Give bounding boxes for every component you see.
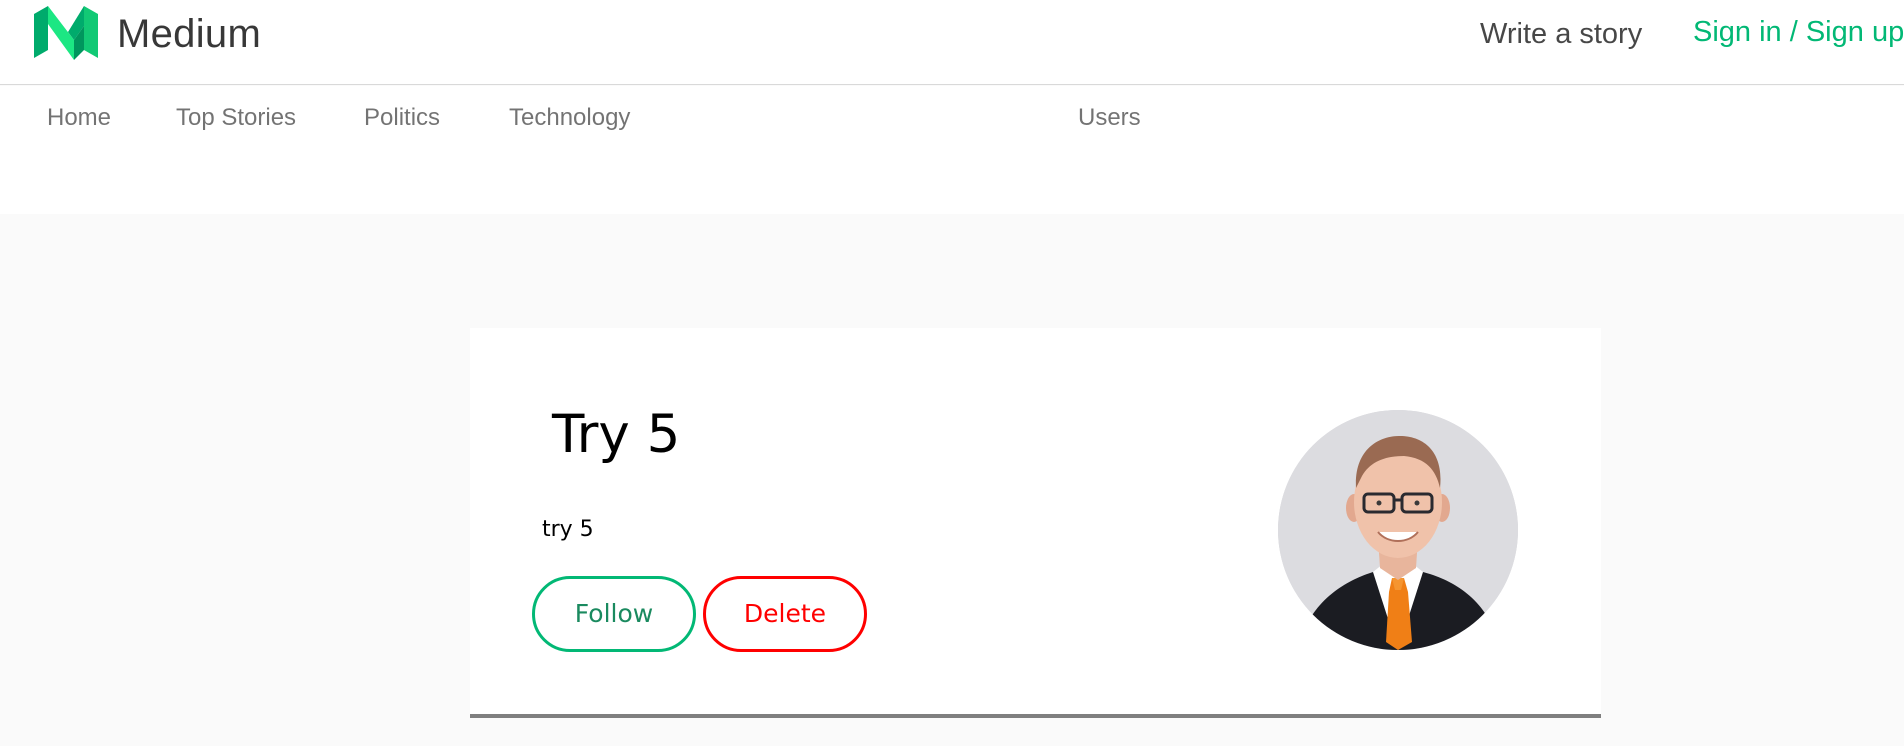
top-header: Medium Write a story Sign in / Sign up	[0, 0, 1904, 85]
medium-logo-icon[interactable]	[34, 6, 98, 60]
story-title[interactable]: Try 5	[552, 404, 680, 466]
nav-item-top-stories[interactable]: Top Stories	[176, 104, 296, 132]
nav-item-home[interactable]: Home	[47, 104, 111, 132]
brand-name[interactable]: Medium	[117, 12, 261, 56]
write-story-link[interactable]: Write a story	[1480, 16, 1642, 52]
nav-item-users[interactable]: Users	[1078, 104, 1141, 132]
author-photo-icon	[1278, 410, 1518, 650]
nav-item-politics[interactable]: Politics	[364, 104, 440, 132]
story-text: try 5	[542, 517, 594, 542]
category-nav: Home Top Stories Politics Technology Use…	[0, 86, 1904, 214]
follow-button[interactable]: Follow	[532, 576, 696, 652]
story-card: Try 5 try 5 Follow Delete	[470, 328, 1601, 718]
author-avatar[interactable]	[1278, 410, 1518, 650]
delete-button[interactable]: Delete	[703, 576, 867, 652]
nav-item-technology[interactable]: Technology	[509, 104, 630, 132]
sign-in-link[interactable]: Sign in / Sign up	[1693, 14, 1904, 50]
